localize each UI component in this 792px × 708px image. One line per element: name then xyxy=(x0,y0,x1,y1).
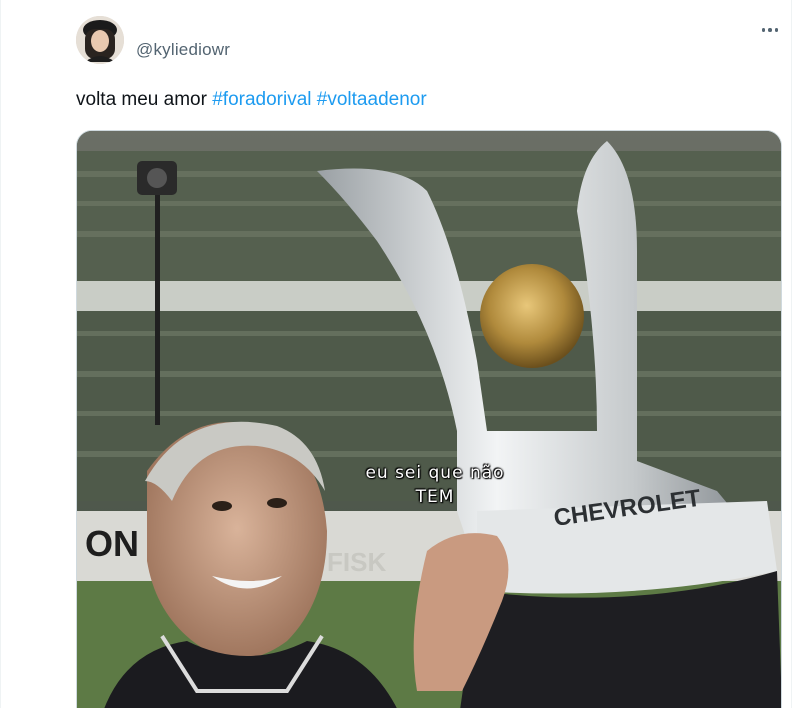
more-horizontal-icon xyxy=(768,28,772,32)
caption-line: eu sei que não xyxy=(365,463,505,483)
hashtag-link[interactable]: #foradorival xyxy=(212,89,311,110)
ad-board-text: FISK xyxy=(327,547,386,577)
more-horizontal-icon xyxy=(761,28,766,32)
tweet-card[interactable]: @kyliediowr volta meu amor #foradorival … xyxy=(0,0,792,708)
more-options-button[interactable] xyxy=(756,18,784,42)
more-horizontal-icon xyxy=(774,28,779,32)
tweet-body-text: volta meu amor xyxy=(76,89,207,110)
svg-text:ON: ON xyxy=(85,523,139,564)
user-handle[interactable]: @kyliediowr xyxy=(136,40,230,60)
avatar[interactable] xyxy=(76,16,124,64)
tweet-media-video[interactable]: ON FISK CHEVROLET eu sei que não TEM xyxy=(76,130,782,708)
hashtag-link[interactable]: #voltaadenor xyxy=(317,89,427,110)
video-caption: eu sei que não TEM xyxy=(305,461,565,509)
stadium-trophy-image: ON FISK CHEVROLET xyxy=(77,131,781,708)
tweet-text: volta meu amor #foradorival #voltaadenor xyxy=(76,88,427,112)
caption-line: TEM xyxy=(415,487,455,507)
